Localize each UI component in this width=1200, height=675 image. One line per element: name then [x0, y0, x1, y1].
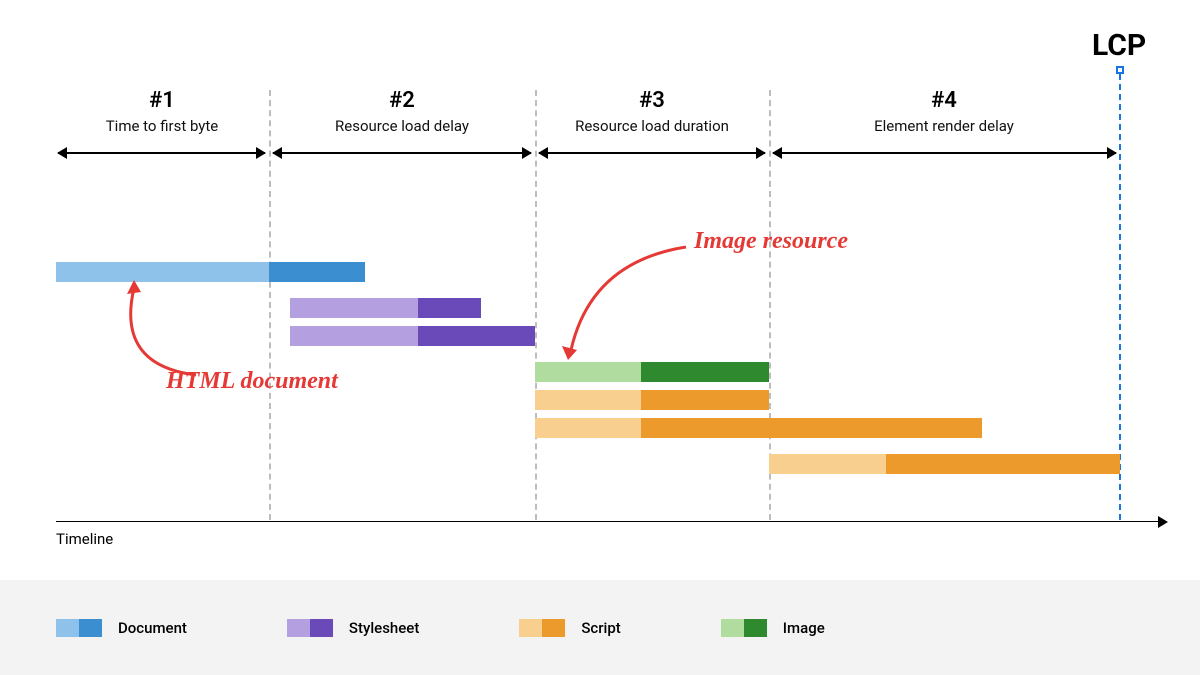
timeline-axis-label: Timeline [56, 530, 113, 548]
bar-segment-dark [418, 298, 481, 318]
phase-name: Time to first byte [106, 117, 219, 135]
phase-range-arrow-icon [273, 152, 531, 154]
lcp-title: LCP [1092, 28, 1146, 63]
bar-segment-light [535, 362, 641, 382]
phase-number: #4 [874, 88, 1014, 113]
bar-segment-dark [269, 262, 365, 282]
lcp-marker-icon [1116, 66, 1124, 74]
bar-segment-light [535, 390, 641, 410]
phase-range-arrow-icon [58, 152, 265, 154]
phase-separator [535, 90, 537, 520]
phase-name: Resource load duration [575, 117, 729, 135]
legend-label: Stylesheet [349, 619, 419, 637]
phase-separator [269, 90, 271, 520]
legend-label: Image [783, 619, 825, 637]
swatch-icon [519, 619, 565, 637]
bar-segment-dark [886, 454, 1120, 474]
timeline-axis [56, 521, 1166, 523]
legend-item-image: Image [721, 619, 825, 637]
bar-segment-dark [418, 326, 535, 346]
bar-segment-dark [641, 362, 769, 382]
annotation-image-resource: Image resource [694, 228, 848, 255]
phase-name: Resource load delay [335, 117, 469, 135]
bar-segment-light [290, 298, 418, 318]
bar-segment-light [535, 418, 641, 438]
annotation-html-document: HTML document [166, 368, 338, 395]
bar-script [769, 454, 1120, 474]
annotation-arrow-icon [556, 242, 726, 362]
phase-name: Element render delay [874, 117, 1014, 135]
legend: Document Stylesheet Script Image [0, 580, 1200, 675]
phase-number: #2 [335, 88, 469, 113]
swatch-icon [287, 619, 333, 637]
legend-item-script: Script [519, 619, 620, 637]
phase-label-2: #2 Resource load delay [335, 88, 469, 135]
phase-range-arrow-icon [539, 152, 765, 154]
bar-stylesheet [290, 298, 481, 318]
phase-label-3: #3 Resource load duration [575, 88, 729, 135]
legend-label: Document [118, 619, 187, 637]
swatch-icon [56, 619, 102, 637]
bar-segment-dark [641, 418, 982, 438]
legend-item-stylesheet: Stylesheet [287, 619, 419, 637]
bar-segment-light [56, 262, 269, 282]
phase-label-4: #4 Element render delay [874, 88, 1014, 135]
bar-segment-dark [641, 390, 769, 410]
bar-stylesheet [290, 326, 535, 346]
bar-image [535, 362, 769, 382]
diagram-canvas: LCP #1 Time to first byte #2 Resource lo… [56, 30, 1156, 550]
phase-number: #3 [575, 88, 729, 113]
bar-script [535, 418, 982, 438]
bar-segment-light [769, 454, 886, 474]
phase-range-arrow-icon [773, 152, 1116, 154]
legend-label: Script [581, 619, 620, 637]
bar-script [535, 390, 769, 410]
annotation-arrow-icon [86, 280, 216, 380]
bar-segment-light [290, 326, 418, 346]
legend-item-document: Document [56, 619, 187, 637]
swatch-icon [721, 619, 767, 637]
phase-number: #1 [106, 88, 219, 113]
phase-label-1: #1 Time to first byte [106, 88, 219, 135]
bar-document [56, 262, 365, 282]
